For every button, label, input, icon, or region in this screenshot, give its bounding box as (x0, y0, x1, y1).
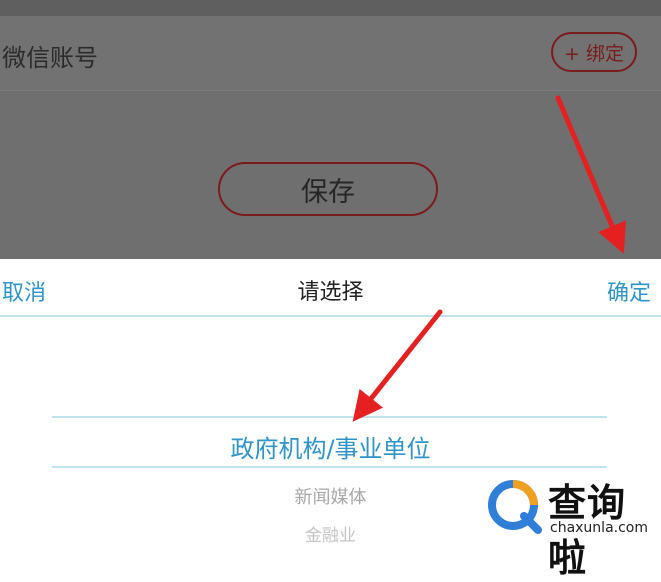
dimmed-background: 微信账号 + 绑定 保存 (0, 0, 661, 259)
wechat-account-label: 微信账号 (2, 44, 98, 72)
save-button[interactable]: 保存 (218, 162, 438, 216)
watermark-logo-icon (488, 480, 542, 534)
selection-line-top (52, 416, 607, 418)
top-strip (0, 0, 661, 16)
picker-option-selected[interactable]: 政府机构/事业单位 (0, 429, 661, 464)
picker-title: 请选择 (297, 280, 364, 305)
wechat-account-row: 微信账号 + 绑定 (0, 16, 661, 91)
confirm-button[interactable]: 确定 (607, 275, 651, 307)
bind-button[interactable]: + 绑定 (551, 32, 637, 72)
watermark-url: chaxunla.com (550, 520, 648, 536)
watermark: 查询啦 chaxunla.com (486, 470, 661, 580)
picker-header: 取消 请选择 确定 (0, 259, 661, 317)
selection-line-bottom (52, 466, 607, 468)
